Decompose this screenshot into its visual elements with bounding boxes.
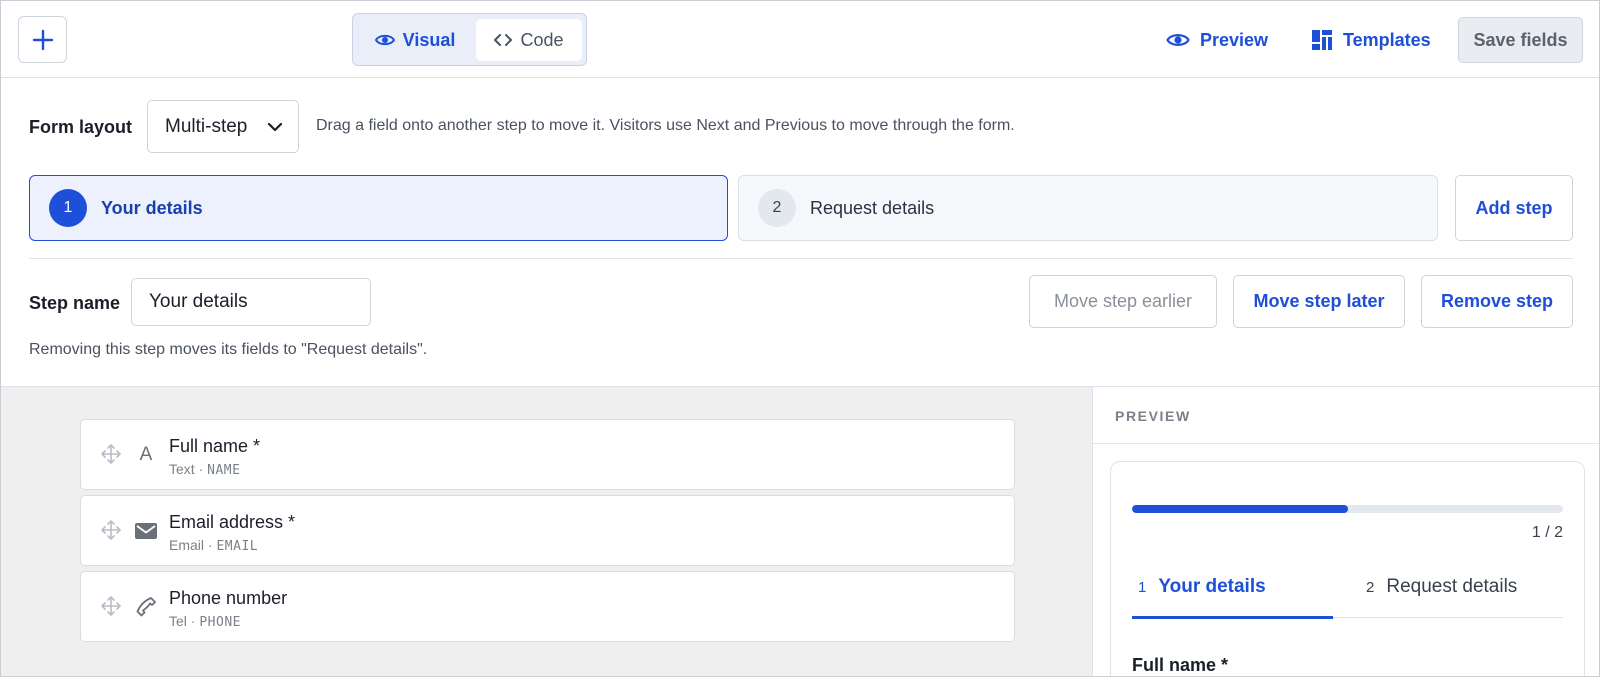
templates-button[interactable]: Templates: [1311, 23, 1431, 57]
drag-handle-icon[interactable]: [101, 520, 121, 540]
preview-button[interactable]: Preview: [1166, 23, 1268, 57]
move-step-later-button[interactable]: Move step later: [1233, 275, 1405, 328]
tab-number: 2: [1366, 579, 1375, 596]
mode-visual-label: Visual: [402, 29, 456, 50]
mode-code-label: Code: [520, 29, 564, 50]
preview-step-tabs: 1 Your details 2 Request details: [1132, 568, 1563, 619]
form-layout-select[interactable]: Multi-step: [147, 100, 299, 153]
preview-tab-your-details[interactable]: 1 Your details: [1138, 576, 1266, 598]
templates-icon: [1312, 30, 1332, 50]
step-counter: 1 / 2: [1531, 524, 1563, 541]
form-builder: Visual Code Preview Templates Save field…: [0, 0, 1600, 677]
field-title: Full name *: [169, 436, 261, 456]
drag-handle-icon[interactable]: [101, 444, 121, 464]
field-card[interactable]: Phone number Tel · PHONE: [80, 571, 1015, 642]
step-tile-1[interactable]: 1 Your details: [29, 175, 728, 241]
layout-hint: Drag a field onto another step to move i…: [316, 117, 1015, 134]
field-canvas: A Full name * Text · NAME Email address …: [1, 386, 1092, 676]
chevron-down-icon: [267, 122, 283, 132]
field-type: Text: [169, 461, 195, 477]
toolbar: Visual Code Preview Templates Save field…: [1, 1, 1599, 78]
form-layout-value: Multi-step: [165, 115, 248, 137]
save-fields-button[interactable]: Save fields: [1458, 17, 1583, 63]
remove-step-note: Removing this step moves its fields to "…: [29, 341, 428, 358]
progress-bar: [1132, 505, 1563, 513]
meta-separator: ·: [190, 613, 196, 629]
step-number: 1: [49, 189, 87, 227]
field-key: PHONE: [199, 615, 241, 630]
step-number: 2: [758, 189, 796, 227]
active-tab-underline: [1132, 616, 1333, 619]
field-meta: Email · EMAIL: [169, 537, 258, 554]
field-meta: Text · NAME: [169, 461, 240, 478]
phone-icon: [135, 594, 157, 620]
preview-header: PREVIEW: [1093, 387, 1599, 444]
field-type: Tel: [169, 613, 187, 629]
plus-icon: [32, 29, 53, 50]
text-icon: A: [139, 444, 153, 465]
tab-label: Your details: [1158, 576, 1266, 597]
step-name-label: Step name: [29, 293, 121, 313]
preview-label: Preview: [1200, 29, 1269, 50]
mode-switch: Visual Code: [352, 13, 587, 66]
add-field-button[interactable]: [18, 16, 67, 63]
step-title: Request details: [810, 197, 935, 218]
preview-form-card: 1 / 2 1 Your details 2 Request details F…: [1110, 461, 1585, 676]
field-type: Email: [169, 537, 205, 553]
mode-code-button[interactable]: Code: [476, 19, 582, 61]
field-title: Phone number: [169, 588, 288, 608]
add-step-button[interactable]: Add step: [1455, 175, 1573, 241]
field-meta: Tel · PHONE: [169, 613, 241, 630]
step-tile-2[interactable]: 2 Request details: [738, 175, 1438, 241]
envelope-icon: [135, 518, 157, 544]
move-step-earlier-button[interactable]: Move step earlier: [1029, 275, 1217, 328]
form-layout-label: Form layout: [29, 117, 133, 137]
meta-separator: ·: [207, 537, 213, 553]
mode-visual-button[interactable]: Visual: [359, 19, 471, 61]
eye-icon: [1166, 34, 1190, 46]
field-key: EMAIL: [216, 539, 259, 554]
eye-icon: [374, 34, 395, 46]
preview-tab-request-details[interactable]: 2 Request details: [1366, 576, 1517, 598]
divider: [29, 258, 1573, 259]
tab-number: 1: [1138, 579, 1147, 596]
templates-label: Templates: [1343, 29, 1431, 50]
progress-fill: [1132, 505, 1348, 513]
step-name-input[interactable]: [131, 278, 371, 326]
remove-step-button[interactable]: Remove step: [1421, 275, 1573, 328]
preview-panel: PREVIEW 1 / 2 1 Your details 2 Request d…: [1092, 386, 1599, 676]
preview-field-label: Full name *: [1132, 655, 1229, 675]
field-card[interactable]: Email address * Email · EMAIL: [80, 495, 1015, 566]
code-icon: [494, 34, 513, 46]
tab-label: Request details: [1386, 576, 1518, 597]
step-title: Your details: [101, 197, 203, 218]
field-title: Email address *: [169, 512, 296, 532]
drag-handle-icon[interactable]: [101, 596, 121, 616]
preview-heading: PREVIEW: [1115, 408, 1191, 424]
field-key: NAME: [207, 463, 241, 478]
field-card[interactable]: A Full name * Text · NAME: [80, 419, 1015, 490]
meta-separator: ·: [198, 461, 204, 477]
